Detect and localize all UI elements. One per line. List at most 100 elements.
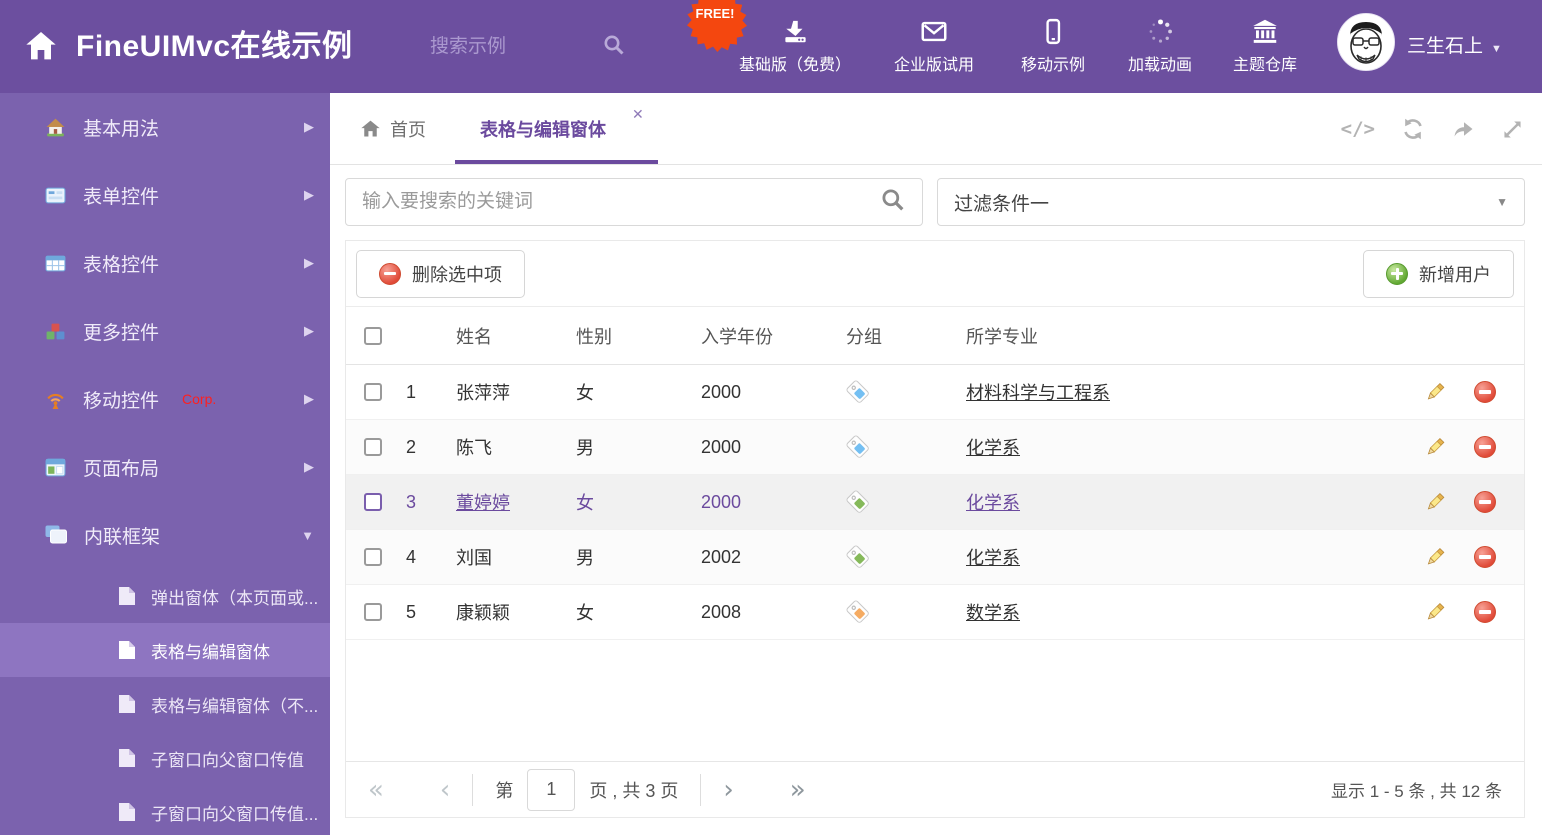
major-link[interactable]: 化学系	[966, 434, 1020, 460]
expand-icon[interactable]	[1501, 118, 1524, 141]
row-checkbox[interactable]	[364, 383, 382, 401]
table-row[interactable]: 4 刘国 男 2002 化学系	[346, 530, 1524, 585]
keyword-search-input[interactable]	[346, 191, 880, 213]
sidebar-subitem-label: 表格与编辑窗体（不...	[151, 696, 319, 716]
sidebar-item-label: 页面布局	[83, 458, 160, 480]
delete-icon[interactable]	[1474, 491, 1496, 513]
house-icon	[46, 118, 65, 136]
row-checkbox[interactable]	[364, 493, 382, 511]
major-link[interactable]: 数学系	[966, 599, 1020, 625]
app-home-icon[interactable]	[24, 30, 58, 67]
sidebar-item-more-controls[interactable]: 更多控件 ▶	[0, 297, 330, 365]
row-checkbox[interactable]	[364, 548, 382, 566]
chevron-down-icon: ▼	[301, 527, 314, 543]
delete-icon[interactable]	[1474, 546, 1496, 568]
delete-icon[interactable]	[1474, 601, 1496, 623]
column-group[interactable]: 分组	[828, 323, 948, 349]
nav-loading-animations[interactable]: 加载动画	[1112, 0, 1208, 93]
table-row-selected[interactable]: 3 董婷婷 女 2000 化学系	[346, 475, 1524, 530]
prev-page-button[interactable]: ‹	[440, 777, 450, 803]
filter-dropdown[interactable]: 过滤条件一 ▼	[937, 178, 1525, 226]
sidebar-subitem-label: 子窗口向父窗口传值...	[151, 804, 319, 824]
sidebar-item-basic-usage[interactable]: 基本用法 ▶	[0, 93, 330, 161]
column-name[interactable]: 姓名	[438, 323, 558, 349]
nav-enterprise-trial[interactable]: 企业版试用	[876, 0, 992, 93]
sidebar-item-mobile-controls[interactable]: 移动控件 Corp. ▶	[0, 365, 330, 433]
table-row[interactable]: 5 康颖颖 女 2008 数学系	[346, 585, 1524, 640]
edit-icon[interactable]	[1424, 546, 1446, 568]
add-user-button[interactable]: 新增用户	[1363, 249, 1514, 298]
example-search-input[interactable]	[430, 29, 580, 65]
user-avatar[interactable]	[1337, 13, 1395, 71]
search-icon[interactable]	[602, 33, 626, 62]
sidebar-item-grid-controls[interactable]: 表格控件 ▶	[0, 229, 330, 297]
cell-gender: 女	[576, 493, 594, 513]
cubes-icon	[46, 323, 65, 339]
tab-bar: 首页 表格与编辑窗体 ✕ </>	[330, 93, 1542, 165]
chevron-right-icon: ▶	[304, 323, 314, 338]
table-row[interactable]: 2 陈飞 男 2000 化学系	[346, 420, 1524, 475]
corp-badge: Corp.	[182, 391, 217, 407]
edit-icon[interactable]	[1424, 381, 1446, 403]
last-page-button[interactable]: »	[790, 777, 806, 803]
delete-icon[interactable]	[1474, 381, 1496, 403]
cell-name: 康颖颖	[456, 603, 510, 623]
add-user-label: 新增用户	[1419, 264, 1491, 285]
share-icon[interactable]	[1451, 117, 1475, 141]
grid-empty-space	[346, 640, 1524, 761]
file-icon	[119, 695, 135, 713]
form-icon	[45, 187, 66, 203]
cell-name: 陈飞	[456, 438, 492, 458]
tab-home[interactable]: 首页	[360, 93, 426, 165]
sidebar-item-iframe[interactable]: 内联框架 ▼	[0, 501, 330, 569]
sidebar-item-page-layout[interactable]: 页面布局 ▶	[0, 433, 330, 501]
tab-grid-edit-window[interactable]: 表格与编辑窗体	[480, 93, 606, 165]
sidebar-subitem-popup-window[interactable]: 弹出窗体（本页面或...	[0, 569, 330, 623]
nav-theme-repository[interactable]: 主题仓库	[1218, 0, 1312, 93]
column-major[interactable]: 所学专业	[948, 323, 1394, 349]
page-prefix: 第	[495, 780, 514, 801]
file-icon	[119, 749, 135, 767]
sidebar-item-form-controls[interactable]: 表单控件 ▶	[0, 161, 330, 229]
row-checkbox[interactable]	[364, 603, 382, 621]
major-link[interactable]: 化学系	[966, 489, 1020, 515]
edit-icon[interactable]	[1424, 436, 1446, 458]
spinner-icon	[1149, 19, 1172, 43]
delete-selected-button[interactable]: 删除选中项	[356, 249, 525, 298]
user-menu[interactable]: 三生石上 ▼	[1407, 0, 1502, 93]
nav-label: 加载动画	[1127, 57, 1192, 74]
chevron-right-icon: ▶	[304, 187, 314, 202]
row-number: 5	[406, 601, 417, 622]
tag-icon	[846, 380, 869, 403]
column-year[interactable]: 入学年份	[683, 323, 828, 349]
nav-basic-free[interactable]: 基础版（免费）	[735, 0, 855, 93]
view-source-icon[interactable]: </>	[1341, 118, 1375, 140]
nav-mobile-examples[interactable]: 移动示例	[1008, 0, 1098, 93]
sidebar-subitem-grid-edit-window[interactable]: 表格与编辑窗体	[0, 623, 330, 677]
wireless-icon	[47, 393, 64, 409]
mobile-icon	[1046, 18, 1061, 45]
sidebar-subitem-grid-edit-window-2[interactable]: 表格与编辑窗体（不...	[0, 677, 330, 731]
close-icon[interactable]: ✕	[632, 106, 644, 123]
sidebar-subitem-child-to-parent[interactable]: 子窗口向父窗口传值	[0, 731, 330, 785]
sidebar-subitem-child-to-parent-2[interactable]: 子窗口向父窗口传值...	[0, 785, 330, 835]
delete-icon[interactable]	[1474, 436, 1496, 458]
sidebar-subitem-label: 弹出窗体（本页面或...	[151, 588, 319, 608]
chevron-down-icon: ▼	[1496, 195, 1508, 209]
select-all-checkbox[interactable]	[364, 326, 382, 345]
edit-icon[interactable]	[1424, 491, 1446, 513]
column-gender[interactable]: 性别	[558, 323, 683, 349]
row-number: 2	[406, 436, 417, 457]
next-page-button[interactable]: ›	[723, 777, 733, 803]
refresh-icon[interactable]	[1401, 117, 1425, 141]
major-link[interactable]: 化学系	[966, 544, 1020, 570]
page-number-input[interactable]	[527, 768, 576, 811]
major-link[interactable]: 材料科学与工程系	[966, 379, 1110, 405]
page-suffix: 页 , 共 3 页	[589, 780, 679, 801]
row-checkbox[interactable]	[364, 438, 382, 456]
search-icon[interactable]	[880, 187, 906, 218]
edit-icon[interactable]	[1424, 601, 1446, 623]
first-page-button[interactable]: «	[368, 777, 384, 803]
table-row[interactable]: 1 张萍萍 女 2000 材料科学与工程系	[346, 365, 1524, 420]
pagination-bar: « ‹ 第 页 , 共 3 页 › » 显示 1 - 5 条 , 共 12 条	[346, 761, 1524, 817]
